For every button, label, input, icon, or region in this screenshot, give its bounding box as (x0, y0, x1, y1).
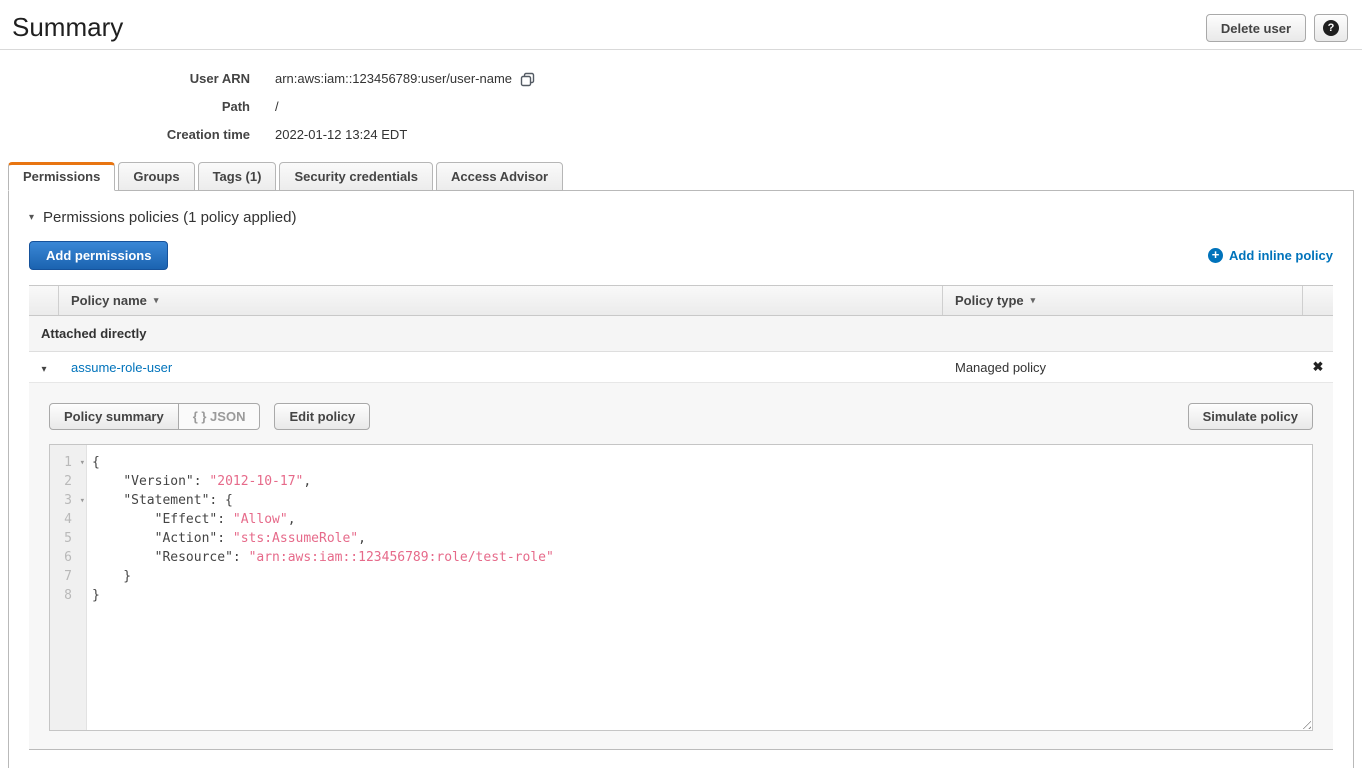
tab-permissions[interactable]: Permissions (8, 162, 115, 191)
page-header: Summary Delete user ? (0, 0, 1362, 50)
row-expander[interactable]: ▾ (29, 360, 59, 375)
policy-table-row: ▾ assume-role-user Managed policy ✖ (29, 352, 1333, 383)
json-policy-editor[interactable]: 1▾23▾45678 { "Version": "2012-10-17", "S… (49, 444, 1313, 731)
line-number: 1▾ (50, 453, 86, 472)
policy-view-button-group: Policy summary { } JSON (49, 403, 260, 430)
plus-icon: + (1208, 248, 1223, 263)
remove-icon: ✖ (1313, 359, 1324, 374)
code-line: } (92, 586, 1312, 605)
line-number: 8 (50, 586, 86, 605)
policy-type-cell: Managed policy (943, 360, 1303, 375)
section-collapse-caret-icon[interactable]: ▾ (29, 212, 34, 223)
tab-bar: Permissions Groups Tags (1) Security cre… (8, 162, 1362, 191)
code-line: { (92, 453, 1312, 472)
detail-row-user-arn: User ARN arn:aws:iam::123456789:user/use… (0, 64, 1362, 92)
policy-name-header-label: Policy name (71, 293, 147, 308)
remove-column-header (1303, 286, 1333, 315)
line-number: 6 (50, 548, 86, 567)
user-arn-label: User ARN (0, 71, 250, 86)
policy-detail-toolbar: Policy summary { } JSON Edit policy Simu… (49, 403, 1313, 430)
line-number: 2 (50, 472, 86, 491)
detail-row-path: Path / (0, 92, 1362, 120)
tab-access-advisor[interactable]: Access Advisor (436, 162, 563, 191)
editor-gutter: 1▾23▾45678 (50, 445, 87, 730)
expander-column-header (29, 286, 59, 315)
line-number: 7 (50, 567, 86, 586)
page-title: Summary (12, 12, 123, 42)
user-arn-value-wrap: arn:aws:iam::123456789:user/user-name (275, 70, 535, 87)
code-line: } (92, 567, 1312, 586)
sort-caret-icon: ▾ (154, 295, 159, 306)
edit-policy-button[interactable]: Edit policy (274, 403, 370, 430)
copy-icon[interactable] (520, 72, 535, 87)
json-view-button[interactable]: { } JSON (179, 403, 261, 430)
delete-user-button[interactable]: Delete user (1206, 14, 1306, 42)
simulate-policy-button[interactable]: Simulate policy (1188, 403, 1313, 430)
code-line: "Action": "sts:AssumeRole", (92, 529, 1312, 548)
table-header-row: Policy name ▾ Policy type ▾ (29, 286, 1333, 316)
sort-caret-icon: ▾ (1031, 295, 1036, 306)
section-title: Permissions policies (1 policy applied) (43, 209, 296, 226)
editor-code[interactable]: { "Version": "2012-10-17", "Statement": … (87, 445, 1312, 730)
line-number: 3▾ (50, 491, 86, 510)
remove-policy-button[interactable]: ✖ (1303, 359, 1333, 375)
path-value: / (275, 99, 279, 114)
line-number: 4 (50, 510, 86, 529)
policy-detail-panel: Policy summary { } JSON Edit policy Simu… (29, 383, 1333, 750)
permissions-policies-section-header[interactable]: ▾ Permissions policies (1 policy applied… (29, 209, 1333, 226)
code-line: "Version": "2012-10-17", (92, 472, 1312, 491)
user-arn-value: arn:aws:iam::123456789:user/user-name (275, 71, 512, 86)
fold-caret-icon[interactable]: ▾ (80, 492, 85, 511)
path-label: Path (0, 99, 250, 114)
tab-tags[interactable]: Tags (1) (198, 162, 277, 191)
row-caret-icon: ▾ (41, 364, 46, 375)
header-actions: Delete user ? (1206, 14, 1348, 42)
policy-name-link[interactable]: assume-role-user (71, 360, 172, 375)
help-icon: ? (1323, 20, 1339, 36)
permissions-toolbar: Add permissions + Add inline policy (29, 241, 1333, 270)
policies-table: Policy name ▾ Policy type ▾ Attached dir… (29, 285, 1333, 750)
add-inline-policy-link[interactable]: + Add inline policy (1208, 248, 1333, 263)
permissions-tab-panel: ▾ Permissions policies (1 policy applied… (8, 190, 1354, 768)
policy-name-cell: assume-role-user (59, 360, 943, 375)
policy-summary-button[interactable]: Policy summary (49, 403, 179, 430)
tab-groups[interactable]: Groups (118, 162, 194, 191)
help-button[interactable]: ? (1314, 14, 1348, 42)
code-line: "Resource": "arn:aws:iam::123456789:role… (92, 548, 1312, 567)
creation-time-value: 2022-01-12 13:24 EDT (275, 127, 407, 142)
policy-name-column-header[interactable]: Policy name ▾ (59, 286, 943, 315)
code-line: "Effect": "Allow", (92, 510, 1312, 529)
fold-caret-icon[interactable]: ▾ (80, 454, 85, 473)
code-line: "Statement": { (92, 491, 1312, 510)
add-permissions-button[interactable]: Add permissions (29, 241, 168, 270)
detail-row-creation-time: Creation time 2022-01-12 13:24 EDT (0, 120, 1362, 148)
line-number: 5 (50, 529, 86, 548)
attached-directly-group-row: Attached directly (29, 316, 1333, 352)
add-inline-policy-label: Add inline policy (1229, 248, 1333, 263)
policy-type-header-label: Policy type (955, 293, 1024, 308)
policy-type-column-header[interactable]: Policy type ▾ (943, 286, 1303, 315)
tab-security-credentials[interactable]: Security credentials (279, 162, 433, 191)
user-details: User ARN arn:aws:iam::123456789:user/use… (0, 50, 1362, 148)
creation-time-label: Creation time (0, 127, 250, 142)
